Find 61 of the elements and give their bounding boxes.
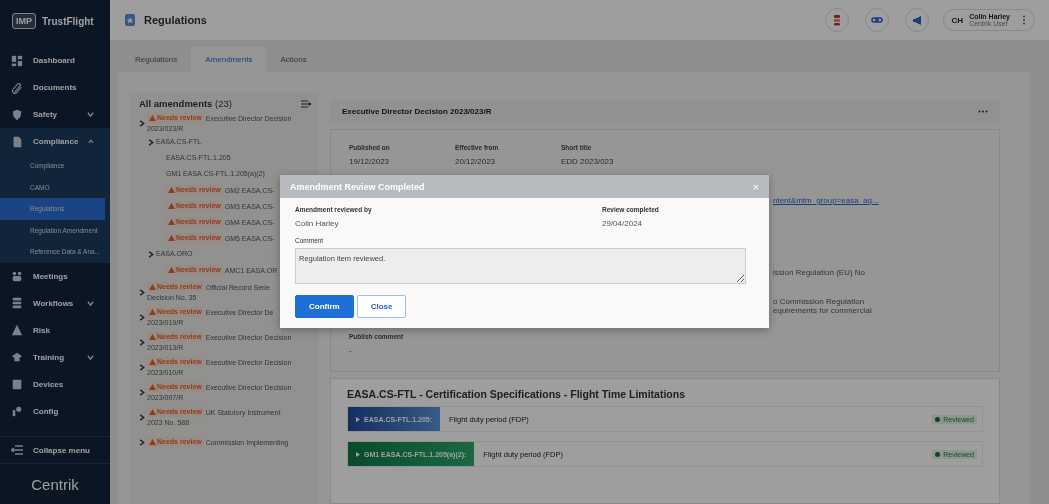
stack-icon [11, 297, 23, 309]
footer-logo: Centrik [31, 475, 79, 493]
page-title: Regulations [144, 14, 208, 26]
triangle-icon [11, 324, 23, 336]
close-dialog-button[interactable]: Close [356, 295, 407, 318]
chevron-icon [87, 299, 94, 307]
field-text: ission Regulation (EU) No [773, 268, 867, 277]
link-button[interactable] [864, 8, 889, 32]
nav-item[interactable]: Compliance [0, 128, 110, 155]
page-icon [124, 14, 136, 26]
caret-icon [356, 451, 360, 457]
list-menu-icon[interactable] [301, 99, 311, 108]
field-value: 19/12/2023 [349, 157, 391, 166]
chevron-icon [148, 138, 154, 146]
tab[interactable]: Actions [266, 47, 321, 72]
brand-name: TrustFlight [42, 15, 94, 27]
nav-item[interactable]: Workflows [0, 289, 110, 317]
nav-item[interactable]: Config [0, 397, 110, 425]
dialog-title: Amendment Review Completed [290, 181, 425, 192]
kebab-icon [1022, 15, 1026, 25]
nav-item[interactable]: Devices [0, 370, 110, 398]
tab[interactable]: Amendments [191, 47, 267, 72]
nav-item[interactable]: Dashboard [0, 47, 110, 74]
field-value: 20/12/2023 [455, 157, 497, 166]
field-value: EDD 2023/023 [561, 157, 615, 166]
user-initials: CH [951, 15, 964, 25]
caret-icon [356, 416, 360, 422]
shield-icon [11, 108, 23, 121]
confirm-button[interactable]: Confirm [295, 295, 354, 318]
section-title: EASA.CS-FTL - Certification Specifications - Flight Time Limitations [347, 388, 686, 400]
chevron-icon [88, 138, 94, 145]
megaphone-button[interactable] [904, 8, 929, 32]
document-icon [11, 135, 23, 148]
chevron-icon [139, 119, 145, 127]
collapse-icon [11, 445, 23, 455]
collapse-menu-button[interactable]: Collapse menu [0, 436, 110, 464]
people-icon [11, 270, 23, 282]
chevron-icon [87, 111, 94, 118]
database-button[interactable] [824, 8, 849, 32]
chevron-icon [87, 353, 94, 361]
brand-logo: IMP [12, 13, 36, 29]
tree-title: All amendments (23) [139, 98, 232, 109]
field-text: o Commission Regulation [773, 297, 866, 306]
nav-item[interactable]: Risk [0, 316, 110, 344]
detail-title: Executive Director Decision 2023/023/R [342, 107, 492, 116]
device-icon [11, 378, 23, 390]
field-text: equirements for commercial [773, 306, 873, 315]
nav-item[interactable]: Safety [0, 101, 110, 128]
chevron-icon [148, 250, 154, 258]
link[interactable]: ntent&mtm_group=easa_ag... [773, 196, 983, 205]
link-icon [870, 14, 883, 26]
field-value: - [349, 346, 353, 355]
more-icon[interactable] [978, 110, 988, 113]
nav-item[interactable]: Documents [0, 74, 110, 101]
nav-item[interactable]: Training [0, 343, 110, 371]
field-value: 29/04/2024 [602, 219, 644, 228]
field-value: Colin Harley [295, 219, 340, 228]
tab[interactable]: Regulations [121, 47, 192, 72]
dashboard-icon [11, 54, 23, 67]
megaphone-icon [910, 14, 923, 26]
paperclip-icon [11, 81, 23, 94]
